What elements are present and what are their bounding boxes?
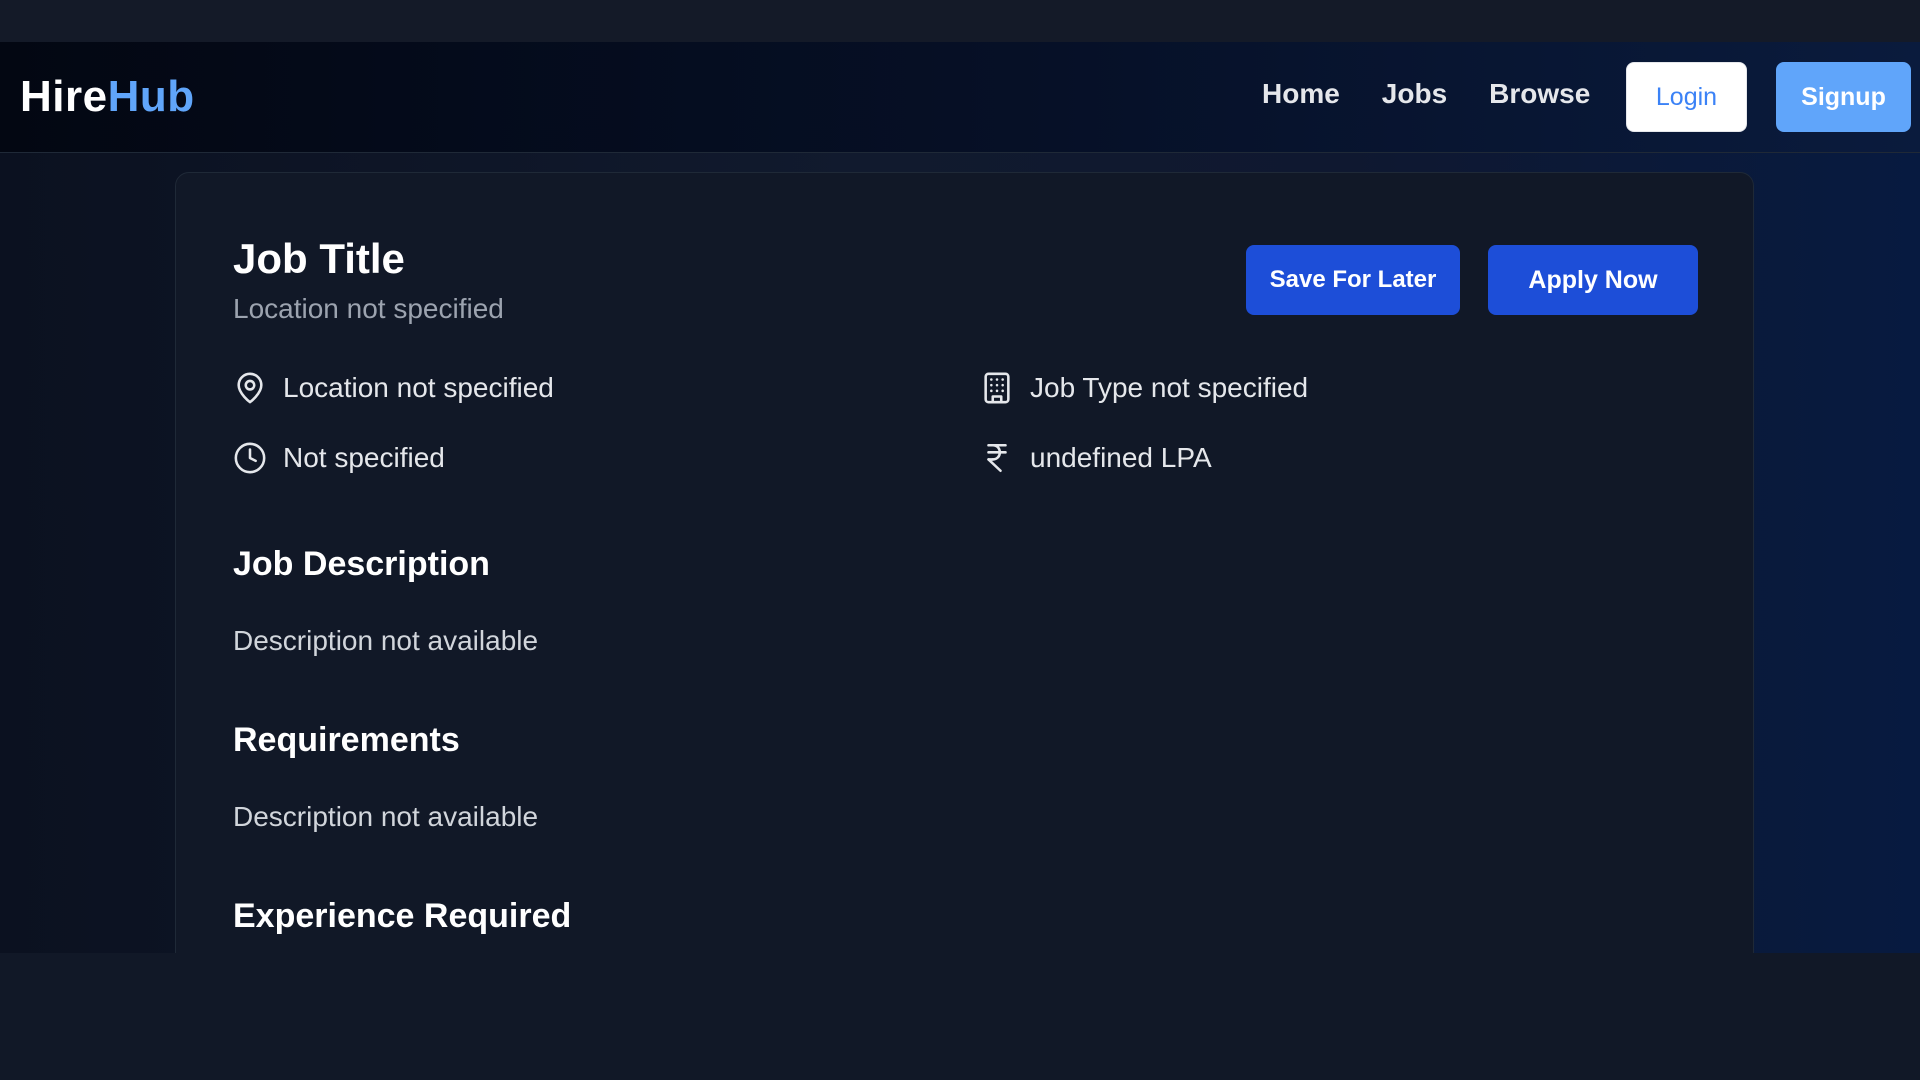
experience-required-heading: Experience Required [233,897,572,935]
page-viewport: HireHub Home Jobs Browse Login Signup Jo… [0,42,1920,953]
job-description-text: Description not available [233,625,539,656]
requirements-text: Description not available [233,801,539,832]
bottom-strip [0,953,1920,1080]
apply-now-button[interactable]: Apply Now [1488,245,1698,315]
nav-link-jobs[interactable]: Jobs [1382,78,1447,110]
detail-duration-text: Not specified [283,442,445,473]
job-details-card: Job Title Location not specified Save Fo… [175,172,1754,953]
nav-link-browse[interactable]: Browse [1489,78,1590,110]
detail-location: Location not specified [233,371,554,405]
logo-part-b: Hub [107,72,195,121]
detail-salary: undefined LPA [980,441,1212,475]
job-subtitle-location: Location not specified [233,293,504,324]
rupee-icon [987,443,1007,473]
building-icon [984,372,1010,404]
job-title: Job Title [233,235,405,282]
detail-job-type: Job Type not specified [980,371,1308,405]
requirements-heading: Requirements [233,721,460,759]
detail-location-text: Location not specified [283,372,554,403]
detail-salary-text: undefined LPA [1030,442,1212,473]
navbar: HireHub Home Jobs Browse Login Signup [0,42,1920,153]
detail-job-type-text: Job Type not specified [1030,372,1309,403]
nav-links: Home Jobs Browse [1262,78,1590,110]
clock-icon [234,442,266,474]
top-strip [0,0,1920,42]
login-button[interactable]: Login [1626,62,1747,132]
nav-link-home[interactable]: Home [1262,78,1340,110]
map-pin-icon [237,372,263,404]
save-for-later-button[interactable]: Save For Later [1246,245,1460,315]
logo-part-a: Hire [20,72,108,121]
signup-button[interactable]: Signup [1776,62,1911,132]
job-description-heading: Job Description [233,545,490,583]
detail-duration: Not specified [233,441,445,475]
logo[interactable]: HireHub [20,72,195,122]
